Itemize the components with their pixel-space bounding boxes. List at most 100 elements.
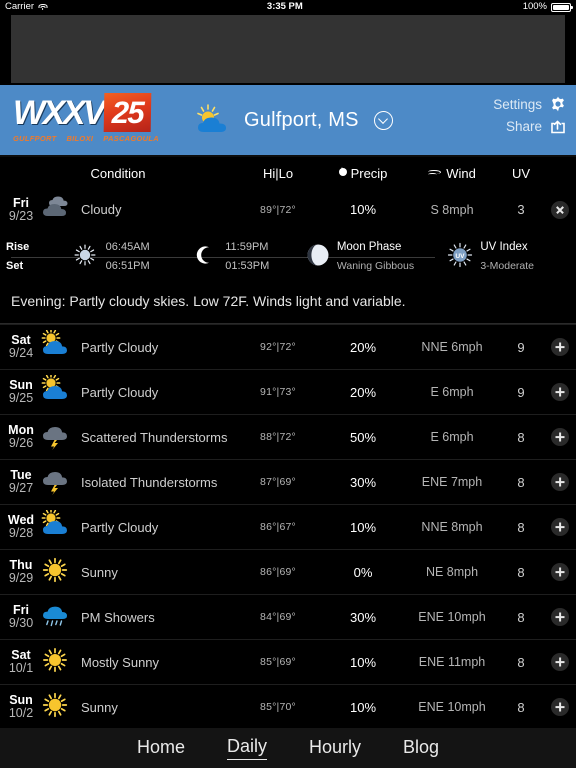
astronomy-row: Rise Set 06:45AM 06:51PM 11:59PM 01:53PM [0, 232, 576, 282]
expand-button[interactable] [551, 338, 569, 356]
moon-phase-label: Moon Phase [336, 241, 402, 253]
partly-cloudy-icon [40, 508, 74, 545]
bottom-tab-bar[interactable]: Home Daily Hourly Blog [0, 727, 576, 768]
row-uv: 8 [517, 699, 525, 715]
share-button[interactable]: Share [506, 118, 566, 134]
row-hilo: 88°|72° [260, 431, 296, 443]
battery-percent-label: 100% [522, 1, 547, 12]
row-date: Mon 9/26 [0, 424, 40, 450]
expand-button[interactable] [551, 608, 569, 626]
row-condition-label: PM Showers [81, 609, 155, 625]
row-toggle-cell[interactable] [544, 428, 576, 446]
column-header-condition: Condition [90, 165, 146, 181]
row-date-value: 10/1 [8, 661, 34, 675]
row-date: Sat 10/1 [0, 649, 40, 675]
row-date-value: 10/2 [8, 706, 34, 720]
row-uv: 8 [517, 519, 525, 535]
row-toggle-cell[interactable] [544, 338, 576, 356]
battery-icon [551, 2, 573, 12]
logo-callsign: WXXV [13, 94, 106, 132]
expand-button[interactable] [551, 428, 569, 446]
row-toggle-cell[interactable] [544, 698, 576, 716]
row-wind: ENE 7mph [421, 475, 483, 489]
row-condition: Cloudy [40, 192, 236, 227]
sunny-icon [40, 690, 74, 725]
row-uv: 8 [517, 564, 525, 580]
expand-button[interactable] [551, 653, 569, 671]
row-uv: 8 [517, 429, 525, 445]
sunrise-time: 06:45AM [105, 241, 150, 253]
forecast-row[interactable]: Sun 9/25 Partly Cloudy 91°|73° 20% E 6mp… [0, 370, 576, 415]
expand-button[interactable] [551, 698, 569, 716]
forecast-row[interactable]: Fri 9/23 Cloudy 89°|72° 10% S 8mph 3 [0, 187, 576, 232]
forecast-row[interactable]: Tue 9/27 Isolated Thunderstorms 87°|69° … [0, 460, 576, 505]
tab-blog[interactable]: Blog [403, 737, 439, 760]
row-wind: ENE 10mph [418, 700, 486, 714]
settings-label: Settings [493, 96, 542, 112]
row-toggle-cell[interactable] [544, 608, 576, 626]
expand-button[interactable] [551, 563, 569, 581]
row-condition: Scattered Thunderstorms [40, 420, 236, 455]
row-uv: 9 [517, 339, 525, 355]
forecast-text: Evening: Partly cloudy skies. Low 72F. W… [0, 282, 576, 324]
ad-banner-slot[interactable] [11, 15, 565, 83]
expand-button[interactable] [551, 383, 569, 401]
forecast-row[interactable]: Wed 9/28 Partly Cloudy 86°|67° 10% NNE 8… [0, 505, 576, 550]
sunny-icon [40, 555, 74, 590]
row-condition: Sunny [40, 690, 236, 725]
location-label: Gulfport, MS [244, 108, 359, 131]
tab-home[interactable]: Home [137, 737, 185, 760]
column-header-uv: UV [511, 165, 531, 181]
row-toggle-cell[interactable] [544, 518, 576, 536]
expand-button[interactable] [551, 473, 569, 491]
status-bar: Carrier 3:35 PM 100% [0, 0, 576, 14]
location-selector[interactable]: Gulfport, MS [193, 104, 393, 136]
row-date-value: 9/28 [8, 526, 34, 540]
crescent-moon-icon [194, 244, 214, 271]
forecast-row[interactable]: Thu 9/29 Sunny 86°|69° 0% NE 8mph 8 [0, 550, 576, 595]
row-condition-label: Cloudy [81, 202, 122, 217]
uv-index-label: UV Index [480, 241, 528, 253]
row-wind: NNE 6mph [421, 340, 483, 354]
row-condition: Partly Cloudy [40, 373, 236, 410]
chevron-down-circle-icon[interactable] [373, 110, 393, 130]
day-detail-panel: Rise Set 06:45AM 06:51PM 11:59PM 01:53PM [0, 232, 576, 325]
row-condition: Partly Cloudy [40, 508, 236, 545]
row-condition: Isolated Thunderstorms [40, 465, 236, 500]
forecast-row[interactable]: Sat 9/24 Partly Cloudy 92°|72° 20% NNE 6… [0, 325, 576, 370]
logo-city-pascagoula: PASCAGOULA [103, 134, 159, 143]
row-precip: 20% [349, 384, 377, 400]
forecast-row[interactable]: Fri 9/30 PM Showers 84°|69° 30% ENE 10mp… [0, 595, 576, 640]
row-wind: NE 8mph [425, 565, 479, 579]
forecast-row[interactable]: Sat 10/1 Mostly Sunny 85°|69° 10% ENE 11… [0, 640, 576, 685]
row-date-value: 9/23 [8, 208, 34, 223]
daily-forecast-list[interactable]: Fri 9/23 Cloudy 89°|72° 10% S 8mph 3 Ris… [0, 187, 576, 727]
column-header-precip-label: Precip [350, 165, 388, 181]
row-toggle-cell[interactable] [544, 200, 576, 219]
row-date-value: 9/26 [8, 436, 34, 450]
row-uv: 3 [517, 202, 525, 217]
moon-times: 11:59PM 01:53PM [225, 238, 269, 276]
forecast-row[interactable]: Mon 9/26 Scattered Thunderstorms 88°|72°… [0, 415, 576, 460]
row-toggle-cell[interactable] [544, 563, 576, 581]
row-condition: Partly Cloudy [40, 328, 236, 365]
tab-hourly[interactable]: Hourly [309, 737, 361, 760]
row-condition-label: Partly Cloudy [81, 519, 159, 535]
close-button[interactable] [551, 200, 569, 219]
row-hilo: 85°|69° [260, 656, 296, 668]
logo-city-biloxi: BILOXI [66, 134, 94, 143]
row-condition-label: Sunny [81, 699, 118, 715]
expand-button[interactable] [551, 518, 569, 536]
row-date-value: 9/25 [8, 391, 34, 405]
forecast-row[interactable]: Sun 10/2 Sunny 85°|70° 10% ENE 10mph 8 [0, 685, 576, 727]
row-wind: NNE 8mph [421, 520, 483, 534]
row-toggle-cell[interactable] [544, 383, 576, 401]
row-hilo: 87°|69° [260, 476, 296, 488]
row-toggle-cell[interactable] [544, 473, 576, 491]
moonrise-time: 11:59PM [225, 241, 269, 253]
settings-button[interactable]: Settings [493, 96, 566, 112]
row-toggle-cell[interactable] [544, 653, 576, 671]
tab-daily[interactable]: Daily [226, 736, 267, 760]
row-condition: Sunny [40, 555, 236, 590]
ad-banner[interactable] [0, 14, 576, 85]
